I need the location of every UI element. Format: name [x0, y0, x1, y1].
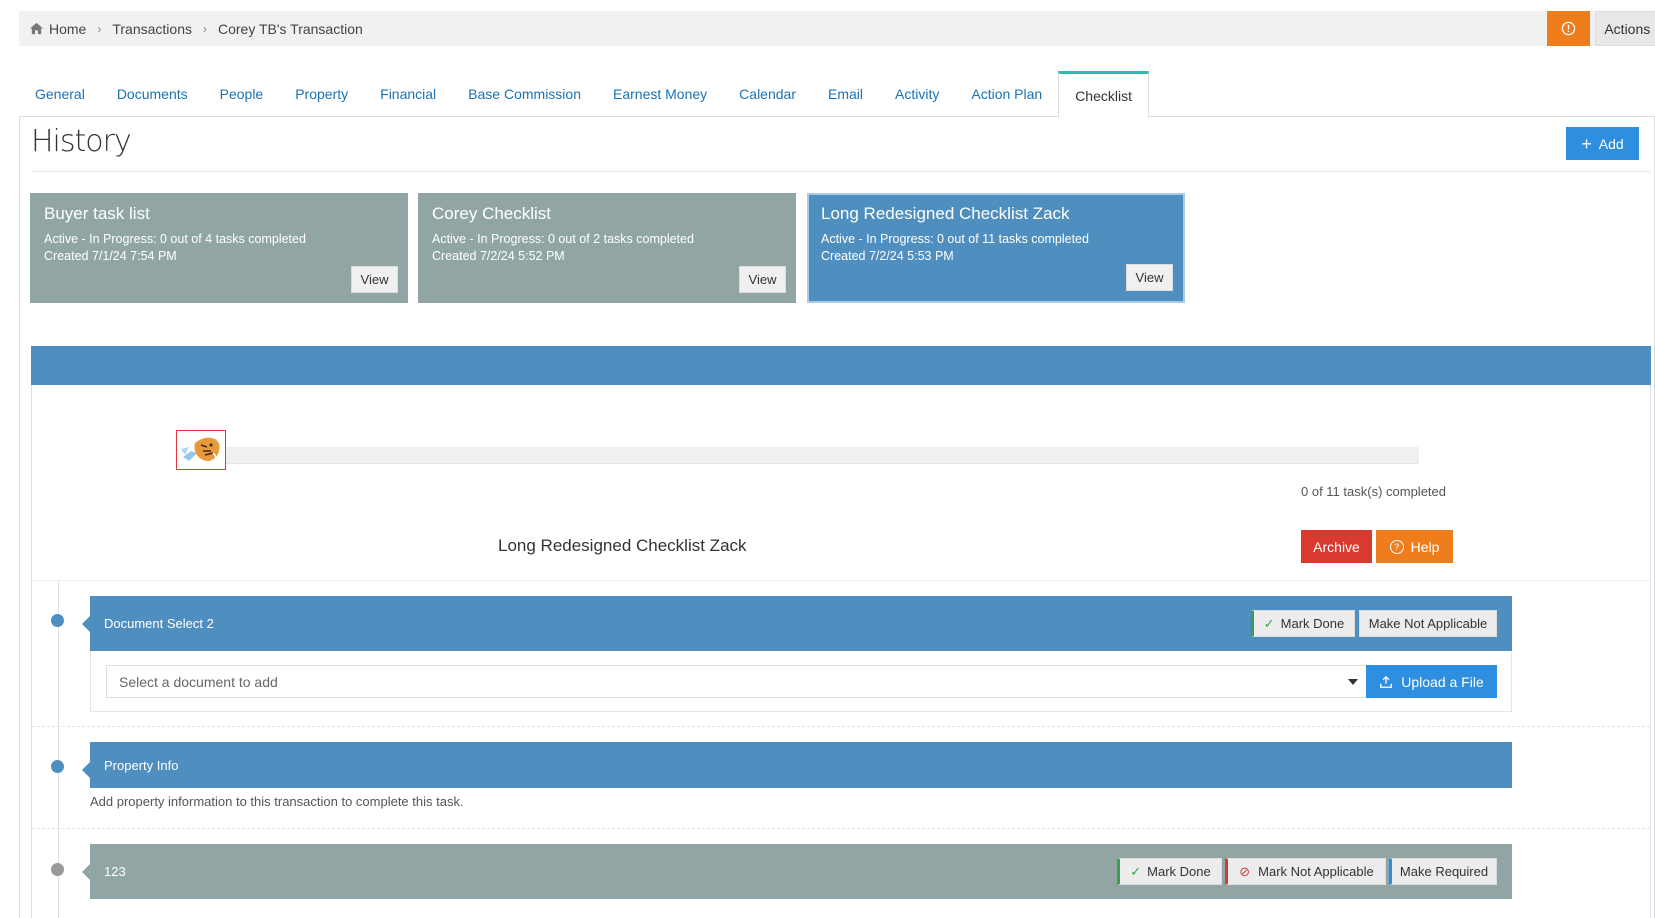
checklist-detail: 0 of 11 task(s) completed Long Redesigne…	[31, 385, 1651, 918]
archive-button[interactable]: Archive	[1301, 530, 1372, 563]
mark-done-button[interactable]: ✓ Mark Done	[1251, 610, 1355, 637]
progress-text: 0 of 11 task(s) completed	[1301, 484, 1446, 499]
checklist-card[interactable]: Corey Checklist Active - In Progress: 0 …	[418, 193, 796, 303]
tab-activity[interactable]: Activity	[879, 71, 955, 117]
tab-financial[interactable]: Financial	[364, 71, 452, 117]
divider	[31, 171, 1651, 172]
card-status: Active - In Progress: 0 out of 2 tasks c…	[432, 232, 694, 246]
card-title: Corey Checklist	[432, 204, 552, 223]
tab-email[interactable]: Email	[812, 71, 879, 117]
progress-bar	[197, 447, 1419, 464]
help-label: Help	[1410, 538, 1440, 555]
actions-dropdown-button[interactable]: Actions ⌄	[1595, 11, 1655, 46]
card-created: Created 7/1/24 7:54 PM	[44, 249, 177, 263]
document-select[interactable]: Select a document to add	[106, 665, 1367, 698]
task-header: Property Info	[82, 742, 1512, 788]
task-description: Add property information to this transac…	[90, 794, 464, 809]
card-created: Created 7/2/24 5:52 PM	[432, 249, 565, 263]
divider	[32, 580, 1650, 581]
checklist-card-selected[interactable]: Long Redesigned Checklist Zack Active - …	[807, 193, 1185, 303]
mark-done-button[interactable]: ✓ Mark Done	[1117, 858, 1222, 885]
task-title: Document Select 2	[104, 616, 214, 631]
tab-general[interactable]: General	[19, 71, 101, 117]
tab-calendar[interactable]: Calendar	[723, 71, 812, 117]
tab-earnest-money[interactable]: Earnest Money	[597, 71, 723, 117]
view-button[interactable]: View	[1126, 264, 1173, 291]
breadcrumb-transactions[interactable]: Transactions	[112, 21, 192, 37]
card-status: Active - In Progress: 0 out of 4 tasks c…	[44, 232, 306, 246]
page-title: History	[31, 124, 132, 159]
tab-people[interactable]: People	[204, 71, 280, 117]
task-header: Document Select 2 ✓ Mark Done Make Not A…	[82, 596, 1512, 651]
make-required-button[interactable]: Make Required	[1389, 858, 1497, 885]
timeline-dot	[51, 614, 64, 627]
help-button[interactable]: ? Help	[1376, 530, 1453, 563]
timeline-dot	[51, 760, 64, 773]
mark-not-applicable-label: Mark Not Applicable	[1258, 864, 1374, 879]
upload-icon	[1380, 675, 1393, 688]
checklist-name: Long Redesigned Checklist Zack	[498, 536, 747, 555]
card-title: Buyer task list	[44, 204, 150, 223]
card-created: Created 7/2/24 5:53 PM	[821, 249, 954, 263]
divider	[32, 726, 1650, 727]
ban-icon: ⊘	[1239, 863, 1251, 879]
plus-icon: +	[1581, 133, 1592, 154]
chevron-right-icon: ›	[97, 21, 102, 36]
breadcrumb-home-label: Home	[49, 20, 87, 37]
add-button[interactable]: + Add	[1566, 127, 1639, 160]
checklist-panel: History + Add Buyer task list Active - I…	[19, 116, 1655, 918]
add-label: Add	[1598, 135, 1624, 152]
breadcrumb: Home › Transactions › Corey TB's Transac…	[29, 11, 363, 46]
chevron-right-icon: ›	[202, 21, 207, 36]
task-header: 123 ✓ Mark Done ⊘ Mark Not Applicable Ma…	[82, 844, 1512, 899]
breadcrumb-home[interactable]: Home	[29, 21, 86, 37]
check-icon: ✓	[1263, 615, 1275, 631]
question-icon: ?	[1389, 539, 1404, 554]
make-not-applicable-button[interactable]: Make Not Applicable	[1359, 610, 1497, 637]
alert-button[interactable]	[1547, 11, 1590, 46]
document-select-placeholder: Select a document to add	[119, 673, 278, 690]
tab-documents[interactable]: Documents	[101, 71, 204, 117]
actions-label: Actions	[1604, 20, 1651, 37]
tiger-mascot-icon	[176, 430, 226, 470]
home-icon	[30, 22, 43, 35]
timeline-dot	[51, 863, 64, 876]
info-icon	[1561, 21, 1576, 36]
mark-done-label: Mark Done	[1280, 616, 1345, 631]
upload-label: Upload a File	[1401, 673, 1484, 690]
divider	[32, 828, 1650, 829]
checklist-header-bar	[31, 346, 1651, 385]
view-button[interactable]: View	[351, 266, 398, 293]
tab-property[interactable]: Property	[279, 71, 364, 117]
mark-done-label: Mark Done	[1147, 864, 1211, 879]
task-title: 123	[104, 864, 126, 879]
view-button[interactable]: View	[739, 266, 786, 293]
card-title: Long Redesigned Checklist Zack	[821, 204, 1070, 223]
breadcrumb-current: Corey TB's Transaction	[217, 20, 363, 37]
caret-down-icon	[1348, 679, 1358, 685]
task-title: Property Info	[104, 757, 179, 773]
card-status: Active - In Progress: 0 out of 11 tasks …	[821, 232, 1089, 246]
tab-checklist[interactable]: Checklist	[1058, 71, 1149, 118]
tab-base-commission[interactable]: Base Commission	[452, 71, 597, 117]
check-icon: ✓	[1130, 863, 1142, 879]
top-bar: Home › Transactions › Corey TB's Transac…	[19, 11, 1655, 46]
upload-file-button[interactable]: Upload a File	[1366, 665, 1497, 698]
tab-bar: General Documents People Property Financ…	[19, 71, 1655, 118]
task-body: Select a document to add Upload a File	[90, 651, 1512, 712]
mark-not-applicable-button[interactable]: ⊘ Mark Not Applicable	[1225, 858, 1386, 885]
checklist-card[interactable]: Buyer task list Active - In Progress: 0 …	[30, 193, 408, 303]
tab-action-plan[interactable]: Action Plan	[955, 71, 1058, 117]
